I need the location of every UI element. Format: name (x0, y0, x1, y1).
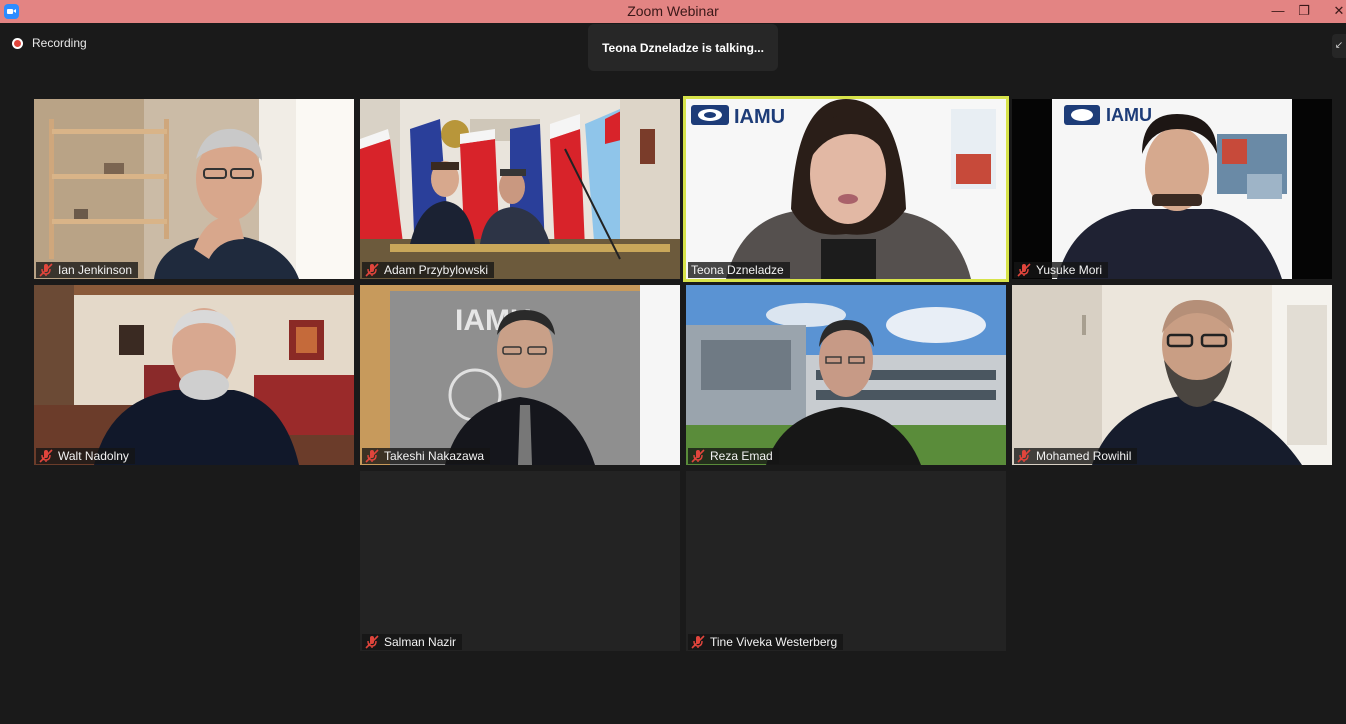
muted-mic-icon (365, 263, 379, 277)
participant-name: Reza Emad (710, 449, 773, 463)
participant-name: Teona Dzneladze (691, 263, 784, 277)
muted-mic-icon (1017, 449, 1031, 463)
minimize-button[interactable]: — (1264, 2, 1292, 20)
participant-name: Walt Nadolny (58, 449, 129, 463)
participant-name: Salman Nazir (384, 635, 457, 649)
muted-mic-icon (365, 635, 379, 649)
muted-mic-icon (39, 263, 53, 277)
participant-video (360, 99, 680, 279)
window-title: Zoom Webinar (627, 3, 719, 19)
participant-video: IAMU (360, 285, 680, 465)
participant-video (34, 285, 354, 465)
recording-dot-icon (12, 37, 23, 49)
video-tile-off[interactable]: Salman Nazir (360, 471, 680, 651)
participant-video (686, 285, 1006, 465)
muted-mic-icon (365, 449, 379, 463)
video-tile[interactable]: IAMU Takeshi Nakazawa (360, 285, 680, 465)
video-tile[interactable]: Reza Emad (686, 285, 1006, 465)
participant-nameplate: Reza Emad (688, 448, 779, 464)
iamu-logo-text: IAMU (734, 106, 785, 128)
muted-mic-icon (39, 449, 53, 463)
video-tile[interactable]: Adam Przybylowski (360, 99, 680, 279)
participant-nameplate: Takeshi Nakazawa (362, 448, 491, 464)
participant-video: IAMU (1012, 99, 1332, 279)
active-speaker-toast: Teona Dzneladze is talking... (588, 24, 778, 71)
recording-indicator[interactable]: Recording (12, 35, 87, 51)
participant-name: Mohamed Rowihil (1036, 449, 1132, 463)
participant-nameplate: Mohamed Rowihil (1014, 448, 1138, 464)
video-tile[interactable]: IAMU Yusuke Mori (1012, 99, 1332, 279)
participant-name: Adam Przybylowski (384, 263, 489, 277)
participant-name: Yusuke Mori (1036, 263, 1103, 277)
participant-nameplate: Yusuke Mori (1014, 262, 1109, 278)
exit-fullscreen-icon[interactable]: ↙ (1332, 34, 1346, 58)
participant-nameplate: Adam Przybylowski (362, 262, 495, 278)
participant-nameplate: Ian Jenkinson (36, 262, 139, 278)
participant-nameplate: Walt Nadolny (36, 448, 135, 464)
close-button[interactable]: ✕ (1325, 2, 1346, 20)
video-tile[interactable]: Mohamed Rowihil (1012, 285, 1332, 465)
muted-mic-icon (691, 449, 705, 463)
participant-nameplate: Salman Nazir (362, 634, 463, 650)
video-tile[interactable]: Ian Jenkinson (34, 99, 354, 279)
participant-nameplate: Tine Viveka Westerberg (688, 634, 844, 650)
participant-video: IAMU (686, 99, 1006, 279)
window-titlebar: Zoom Webinar — ❐ ✕ (0, 0, 1346, 23)
recording-label: Recording (32, 36, 87, 50)
participant-name: Takeshi Nakazawa (384, 449, 485, 463)
participant-video (1012, 285, 1332, 465)
maximize-button[interactable]: ❐ (1290, 2, 1318, 20)
muted-mic-icon (1017, 263, 1031, 277)
participant-nameplate: Teona Dzneladze (688, 262, 790, 278)
participant-video (34, 99, 354, 279)
participant-name: Tine Viveka Westerberg (710, 635, 838, 649)
video-tile-active-speaker[interactable]: IAMU Teona Dzneladze (683, 96, 1009, 282)
muted-mic-icon (691, 635, 705, 649)
video-tile-off[interactable]: Tine Viveka Westerberg (686, 471, 1006, 651)
participant-name: Ian Jenkinson (58, 263, 133, 277)
iamu-logo-text: IAMU (1106, 105, 1152, 125)
video-tile[interactable]: Walt Nadolny (34, 285, 354, 465)
